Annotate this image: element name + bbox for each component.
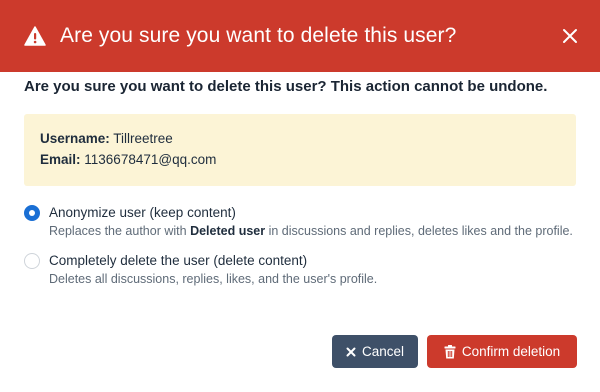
email-row: Email: 1136678471@qq.com	[40, 149, 560, 170]
delete-options: Anonymize user (keep content) Replaces t…	[24, 204, 576, 287]
cancel-button[interactable]: Cancel	[332, 335, 418, 368]
username-row: Username: Tillreetree	[40, 128, 560, 149]
option-delete-content-desc: Deletes all discussions, replies, likes,…	[49, 272, 378, 286]
cancel-button-label: Cancel	[361, 344, 405, 359]
option-delete-content[interactable]: Completely delete the user (delete conte…	[24, 252, 576, 287]
username-label: Username:	[40, 131, 110, 146]
option-delete-content-label: Completely delete the user (delete conte…	[49, 253, 308, 268]
warning-triangle-icon	[24, 25, 46, 47]
close-icon[interactable]	[558, 24, 582, 48]
confirmation-question: Are you sure you want to delete this use…	[24, 78, 548, 95]
x-icon	[346, 347, 356, 357]
username-value: Tillreetree	[113, 131, 173, 146]
user-info-box: Username: Tillreetree Email: 1136678471@…	[24, 114, 576, 186]
dialog-title: Are you sure you want to delete this use…	[60, 24, 457, 47]
option-anonymize-desc: Replaces the author with Deleted user in…	[49, 224, 573, 238]
option-anonymize-label: Anonymize user (keep content)	[49, 205, 236, 220]
radio-delete-content[interactable]	[24, 253, 40, 269]
trash-icon	[444, 344, 456, 359]
dialog-footer: Cancel Confirm deletion	[332, 335, 577, 368]
confirm-deletion-button[interactable]: Confirm deletion	[427, 335, 577, 368]
dialog-body: Are you sure you want to delete this use…	[0, 77, 600, 287]
email-label: Email:	[40, 152, 81, 167]
dialog-header: Are you sure you want to delete this use…	[0, 0, 600, 72]
radio-anonymize[interactable]	[24, 205, 40, 221]
email-value: 1136678471@qq.com	[84, 152, 217, 167]
option-anonymize[interactable]: Anonymize user (keep content) Replaces t…	[24, 204, 576, 239]
delete-user-dialog: Are you sure you want to delete this use…	[0, 0, 600, 392]
confirm-button-label: Confirm deletion	[461, 344, 561, 359]
